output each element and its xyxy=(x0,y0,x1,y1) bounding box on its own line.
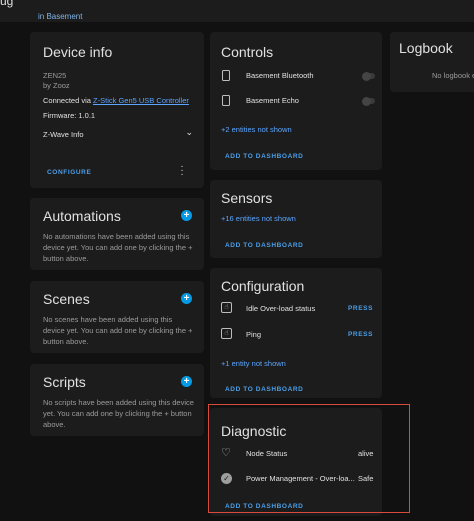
add-script-button[interactable]: + xyxy=(181,376,192,387)
scripts-card: Scripts + No scripts have been added usi… xyxy=(30,364,204,436)
device-info-title: Device info xyxy=(43,44,113,60)
add-to-dashboard-button[interactable]: ADD TO DASHBOARD xyxy=(225,242,303,249)
controls-title: Controls xyxy=(221,44,274,60)
scripts-title: Scripts xyxy=(43,374,86,390)
automations-card: Automations + No automations have been a… xyxy=(30,198,204,270)
zwave-info-label: Z-Wave Info xyxy=(43,130,84,139)
entity-row: ☝ Idle Over-load status PRESS xyxy=(221,302,373,316)
logbook-card: Logbook No logbook e xyxy=(390,32,474,92)
add-automation-button[interactable]: + xyxy=(181,210,192,221)
entity-name: Idle Over-load status xyxy=(246,304,316,313)
entity-name: Basement Bluetooth xyxy=(246,71,314,80)
automations-empty-text: No automations have been added using thi… xyxy=(43,232,193,263)
logbook-empty-text: No logbook e xyxy=(432,71,474,80)
add-to-dashboard-button[interactable]: ADD TO DASHBOARD xyxy=(225,386,303,393)
highlight-box xyxy=(208,404,410,513)
configuration-card: Configuration ☝ Idle Over-load status PR… xyxy=(210,268,382,398)
page-title-fragment: ug xyxy=(0,0,14,8)
area-link[interactable]: in Basement xyxy=(38,12,82,21)
scenes-empty-text: No scenes have been added using this dev… xyxy=(43,315,193,346)
configuration-title: Configuration xyxy=(221,278,305,294)
scenes-card: Scenes + No scenes have been added using… xyxy=(30,281,204,353)
zwave-info-expander[interactable]: Z-Wave Info ⌄ xyxy=(43,127,193,141)
logbook-title: Logbook xyxy=(399,40,453,56)
hidden-entities-link[interactable]: +16 entities not shown xyxy=(221,213,296,224)
connected-prefix: Connected via xyxy=(43,96,94,105)
speaker-icon xyxy=(222,70,230,81)
hidden-entities-link[interactable]: +2 entities not shown xyxy=(221,124,292,135)
entity-toggle[interactable] xyxy=(362,96,375,106)
hidden-entities-link[interactable]: +1 entity not shown xyxy=(221,358,286,369)
gesture-tap-icon: ☝ xyxy=(221,302,232,313)
automations-title: Automations xyxy=(43,208,121,224)
device-info-card: Device info ZEN25 by Zooz Connected via … xyxy=(30,32,204,188)
overflow-menu-icon[interactable]: · · · xyxy=(179,162,185,180)
add-to-dashboard-button[interactable]: ADD TO DASHBOARD xyxy=(225,153,303,160)
press-button[interactable]: PRESS xyxy=(348,305,373,312)
gesture-tap-icon: ☝ xyxy=(221,328,232,339)
entity-name: Ping xyxy=(246,330,262,339)
entity-row[interactable]: Basement Bluetooth xyxy=(221,69,375,83)
connected-via: Connected via Z-Stick Gen5 USB Controlle… xyxy=(43,95,189,106)
top-bar: ug in Basement xyxy=(0,0,474,22)
entity-row: ☝ Ping PRESS xyxy=(221,328,373,342)
configure-button[interactable]: CONFIGURE xyxy=(47,169,91,176)
press-button[interactable]: PRESS xyxy=(348,331,373,338)
add-scene-button[interactable]: + xyxy=(181,293,192,304)
controller-link[interactable]: Z-Stick Gen5 USB Controller xyxy=(93,96,189,105)
speaker-icon xyxy=(222,95,230,106)
firmware-version: Firmware: 1.0.1 xyxy=(43,111,96,120)
device-manufacturer: by Zooz xyxy=(43,81,70,90)
controls-card: Controls Basement Bluetooth Basement Ech… xyxy=(210,32,382,170)
scenes-title: Scenes xyxy=(43,291,90,307)
sensors-card: Sensors +16 entities not shown ADD TO DA… xyxy=(210,180,382,258)
entity-name: Basement Echo xyxy=(246,96,299,105)
entity-toggle[interactable] xyxy=(362,71,375,81)
scripts-empty-text: No scripts have been added using this de… xyxy=(43,398,194,429)
chevron-down-icon: ⌄ xyxy=(185,127,193,137)
entity-row[interactable]: Basement Echo xyxy=(221,94,375,108)
sensors-title: Sensors xyxy=(221,190,273,206)
